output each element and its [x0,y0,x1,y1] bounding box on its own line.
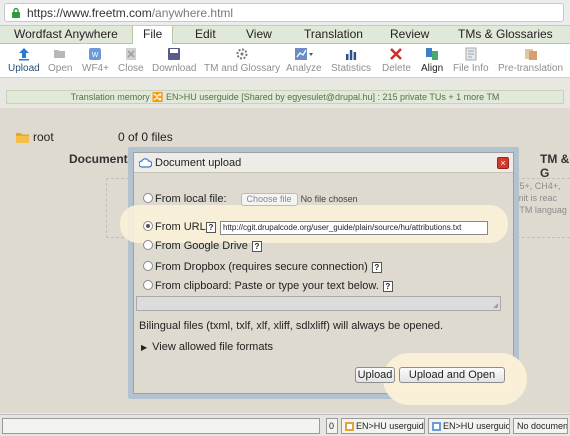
document-upload-dialog: Document upload × From local file: Choose… [120,152,527,405]
radio-local-file[interactable] [143,193,153,203]
url-input[interactable]: http://cgit.drupalcode.org/user_guide/pl… [220,221,488,235]
radio-url[interactable] [143,221,153,231]
analyze-icon [294,48,313,60]
status-zero: 0 [326,418,338,434]
dialog-title-bar[interactable]: Document upload × [134,153,513,173]
url-text: https://www.freetm.com/anywhere.html [27,6,234,20]
upload-icon [18,48,29,61]
close-button[interactable]: Close [118,47,144,74]
bar-chart-icon [346,50,357,60]
menu-view[interactable]: View [246,26,272,44]
status-tm[interactable]: EN>HU userguide [341,418,425,434]
address-bar: https://www.freetm.com/anywhere.html [0,0,570,26]
bilingual-note: Bilingual files (txml, txlf, xlf, xliff,… [139,320,444,332]
pre-translation-icon [524,49,537,60]
floppy-icon [168,48,181,60]
option-clipboard[interactable]: From clipboard: Paste or type your text … [143,280,393,292]
status-message [2,418,320,434]
folder-icon [16,132,29,146]
tm-info-bar: Translation memory 🔀 EN>HU userguide [Sh… [6,90,564,104]
tm-limit-note: 3.5+, CH4+, limit is reac e TM languag [512,181,567,215]
radio-clipboard[interactable] [143,280,153,290]
status-bar: 0 EN>HU userguide EN>HU userguide No doc… [0,414,570,436]
no-file-label: No file chosen [300,194,358,204]
tm-icon [345,421,354,433]
align-icon [426,48,439,60]
upload-dialog-button[interactable]: Upload [355,367,395,383]
root-folder[interactable]: root [16,130,54,146]
download-button[interactable]: Download [152,47,196,74]
status-document: No document [513,418,568,434]
wf4-button[interactable]: W WF4+ [82,47,109,74]
radio-dropbox[interactable] [143,261,153,271]
analyze-button[interactable]: Analyze [286,47,322,74]
menu-bar: Wordfast Anywhere File Edit View Transla… [0,26,570,44]
url-field[interactable]: https://www.freetm.com/anywhere.html [4,3,564,22]
upload-button[interactable]: Upload [8,47,40,74]
option-google-drive[interactable]: From Google Drive? [143,240,262,252]
upload-and-open-button[interactable]: Upload and Open [399,367,505,383]
open-button[interactable]: Open [48,47,72,74]
option-url[interactable]: From URL: [143,221,209,233]
close-dialog-button[interactable]: × [497,157,509,169]
pre-translation-button[interactable]: Pre-translation [498,47,563,74]
cloud-icon [138,158,153,171]
option-dropbox[interactable]: From Dropbox (requires secure connection… [143,261,382,273]
menu-edit[interactable]: Edit [195,26,216,44]
allowed-formats-toggle[interactable]: ▶ View allowed file formats [141,341,273,353]
option-local-file[interactable]: From local file: Choose file No file chose… [143,193,358,206]
statistics-button[interactable]: Statistics [331,47,371,74]
menu-tms-glossaries[interactable]: TMs & Glossaries [458,26,553,44]
glossary-icon [432,421,441,433]
clipboard-textarea[interactable] [136,296,501,311]
delete-icon [390,48,403,60]
close-doc-icon [125,48,136,60]
file-count: 0 of 0 files [118,130,173,144]
expand-triangle-icon: ▶ [141,343,148,352]
dropbox-help-icon[interactable]: ? [371,262,382,273]
resize-handle-icon[interactable] [493,303,499,309]
delete-button[interactable]: Delete [382,47,411,74]
gear-icon [236,48,248,60]
wf4-icon: W [89,48,102,60]
menu-translation[interactable]: Translation [304,26,363,44]
svg-text:W: W [92,52,99,59]
status-glossary[interactable]: EN>HU userguide [428,418,510,434]
lock-icon [11,7,21,22]
align-button[interactable]: Align [421,47,443,74]
column-tm-glossary[interactable]: TM & G [540,152,570,180]
url-help-icon[interactable]: ? [206,222,216,233]
clipboard-help-icon[interactable]: ? [382,281,393,292]
dialog-title: Document upload [155,157,242,169]
toolbar: Upload Open W WF4+ Close Download TM and… [0,44,570,78]
choose-file-button[interactable]: Choose file [240,193,298,206]
folder-open-icon [54,50,66,58]
file-info-icon [465,47,477,61]
menu-wordfast-anywhere[interactable]: Wordfast Anywhere [14,26,118,44]
file-info-button[interactable]: File Info [453,47,489,74]
tm-and-glossary-button[interactable]: TM and Glossary [204,47,280,74]
menu-file[interactable]: File [132,26,174,44]
radio-google-drive[interactable] [143,240,153,250]
menu-review[interactable]: Review [390,26,429,44]
column-document[interactable]: Document [69,152,128,166]
gdrive-help-icon[interactable]: ? [251,241,262,252]
